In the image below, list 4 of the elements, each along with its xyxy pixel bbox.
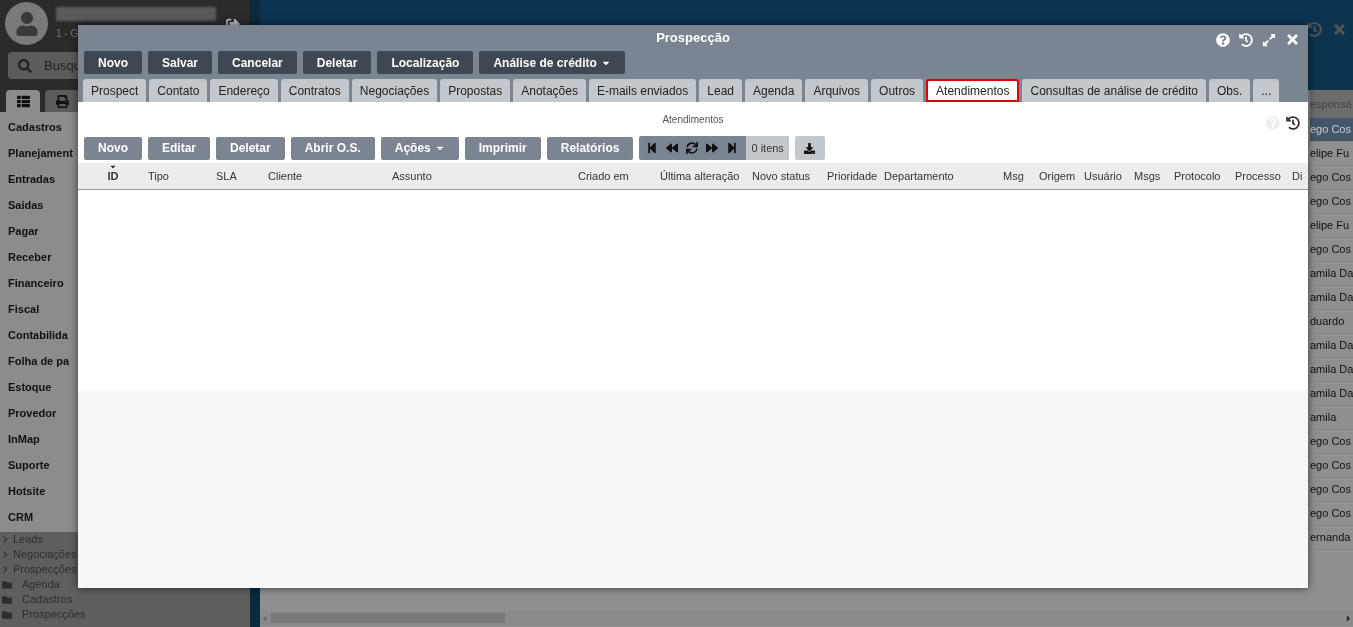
dialog-title: Prospecção [656,29,730,48]
item-count: 0 itens [746,136,789,160]
user-subtitle: 1 - G [56,26,80,41]
panel-caption: Atendimentos [662,112,724,127]
